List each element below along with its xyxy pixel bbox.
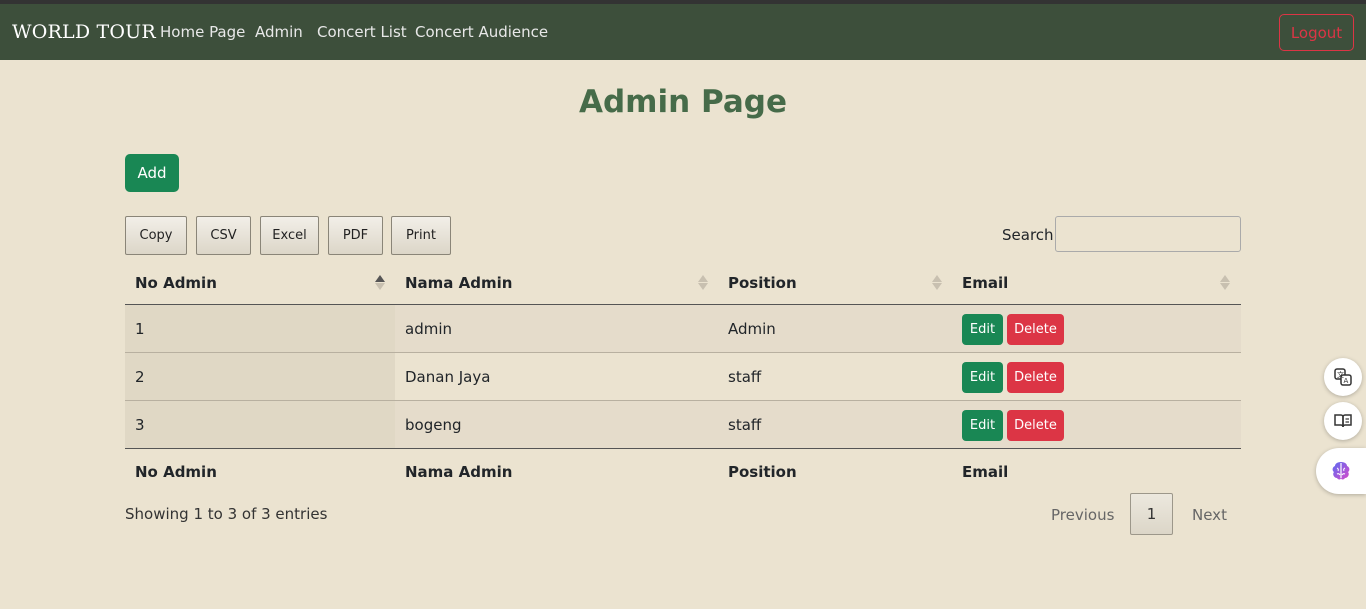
header-no-admin[interactable]: No Admin [135,274,217,292]
table-row: 2 Danan Jaya staff Edit Delete [125,353,1241,401]
logout-button[interactable]: Logout [1279,14,1354,51]
delete-button[interactable]: Delete [1007,314,1064,345]
pdf-button[interactable]: PDF [328,216,383,255]
book-icon[interactable] [1324,402,1362,440]
table-row: 1 admin Admin Edit Delete [125,305,1241,353]
cell-position: staff [728,368,762,386]
print-button[interactable]: Print [391,216,451,255]
excel-button[interactable]: Excel [260,216,319,255]
table-info: Showing 1 to 3 of 3 entries [125,505,328,523]
svg-text:A: A [1344,377,1349,385]
add-button[interactable]: Add [125,154,179,192]
cell-nama-admin: Danan Jaya [405,368,491,386]
pagination-next[interactable]: Next [1192,506,1227,524]
page-title: Admin Page [579,84,787,120]
cell-position: Admin [728,320,776,338]
cell-no-admin: 3 [135,416,145,434]
edit-button[interactable]: Edit [962,362,1003,393]
footer-email: Email [962,463,1009,481]
navbar: WORLD TOUR Home Page Admin Concert List … [0,4,1366,60]
footer-no-admin: No Admin [135,463,217,481]
pagination-previous[interactable]: Previous [1051,506,1114,524]
sort-icon[interactable] [698,274,708,292]
footer-nama-admin: Nama Admin [405,463,513,481]
cell-position: staff [728,416,762,434]
table-row: 3 bogeng staff Edit Delete [125,401,1241,449]
copy-button[interactable]: Copy [125,216,187,255]
sorted-column-cell [125,353,395,401]
nav-concert-audience[interactable]: Concert Audience [415,23,548,41]
brain-icon[interactable] [1316,448,1366,494]
footer-position: Position [728,463,797,481]
translate-icon[interactable]: 文 A [1324,358,1362,396]
csv-button[interactable]: CSV [196,216,251,255]
sort-asc-icon[interactable] [375,274,385,292]
sorted-column-cell [125,305,395,353]
sorted-column-cell [125,401,395,449]
nav-admin[interactable]: Admin [255,23,303,41]
edit-button[interactable]: Edit [962,314,1003,345]
cell-no-admin: 1 [135,320,145,338]
sort-icon[interactable] [1220,274,1230,292]
cell-nama-admin: admin [405,320,452,338]
nav-concert-list[interactable]: Concert List [317,23,407,41]
cell-no-admin: 2 [135,368,145,386]
brand-logo[interactable]: WORLD TOUR [12,21,156,43]
delete-button[interactable]: Delete [1007,362,1064,393]
header-position[interactable]: Position [728,274,797,292]
search-label: Search: [1002,226,1059,244]
pagination-page-1[interactable]: 1 [1130,493,1173,535]
footer-divider [125,448,1241,449]
edit-button[interactable]: Edit [962,410,1003,441]
nav-home-page[interactable]: Home Page [160,23,245,41]
sort-icon[interactable] [932,274,942,292]
cell-nama-admin: bogeng [405,416,462,434]
delete-button[interactable]: Delete [1007,410,1064,441]
header-nama-admin[interactable]: Nama Admin [405,274,512,292]
header-email[interactable]: Email [962,274,1008,292]
search-input[interactable] [1055,216,1241,252]
